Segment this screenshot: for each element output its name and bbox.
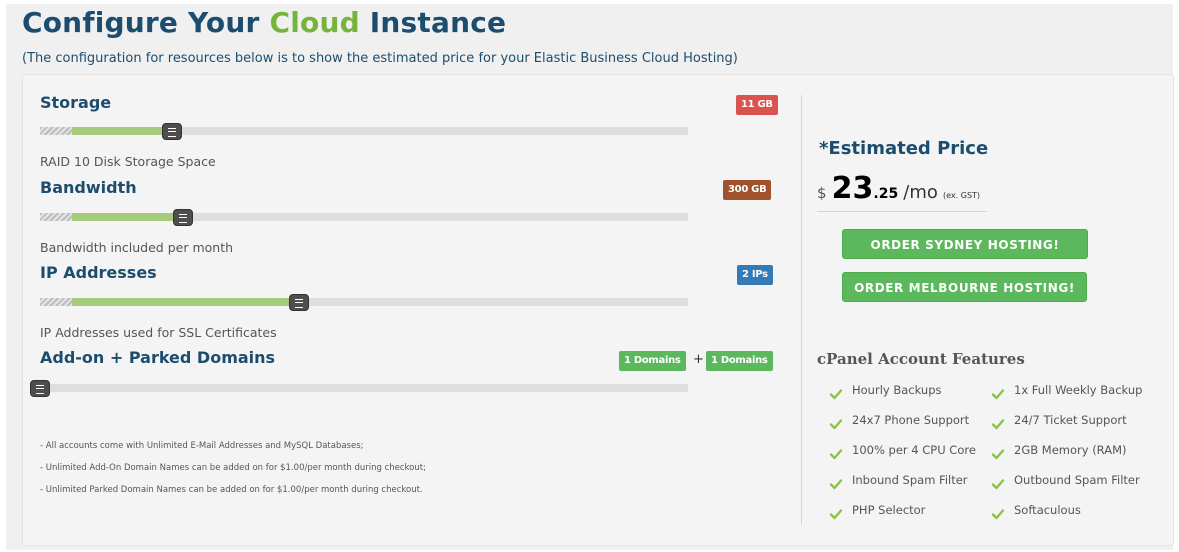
bandwidth-slider-handle[interactable] [173,209,193,226]
price-period: /mo [903,182,938,203]
page: Configure Your Cloud Instance (The confi… [6,4,1174,550]
storage-title: Storage [40,93,112,112]
check-icon [991,386,1005,400]
bandwidth-slider-fill [72,213,185,221]
order-sydney-button[interactable]: ORDER SYDNEY HOSTING! [842,229,1088,259]
check-icon [991,416,1005,430]
ip-addresses-value-badge: 2 IPs [737,265,773,285]
bandwidth-value-badge: 300 GB [723,180,772,200]
storage-slider[interactable] [40,127,688,135]
column-divider [801,95,802,525]
page-title: Configure Your Cloud Instance [22,6,507,39]
check-icon [829,386,843,400]
feature-item: Hourly Backups [852,383,942,397]
price-currency: $ [817,184,827,202]
check-icon [829,476,843,490]
domains-slider-handle[interactable] [30,380,50,397]
storage-value-badge: 11 GB [736,95,778,115]
domains-plus: + [693,352,704,367]
ip-addresses-slider-handle[interactable] [289,294,309,311]
check-icon [829,446,843,460]
bandwidth-slider-min [40,213,72,221]
parked-domains-badge: 1 Domains [706,351,773,371]
check-icon [829,416,843,430]
storage-slider-fill [72,127,174,135]
bandwidth-title: Bandwidth [40,178,137,197]
price-underline [817,211,987,212]
storage-description: RAID 10 Disk Storage Space [40,154,216,169]
price-gst-note: (ex. GST) [943,191,981,200]
order-melbourne-button[interactable]: ORDER MELBOURNE HOSTING! [842,272,1087,302]
ip-addresses-title: IP Addresses [40,263,157,282]
check-icon [829,506,843,520]
price-decimal: .25 [873,186,899,202]
feature-item: 1x Full Weekly Backup [1014,383,1143,397]
storage-slider-min [40,127,72,135]
price-integer: 23 [831,171,874,206]
estimated-price-heading: *Estimated Price [819,138,989,159]
bandwidth-slider[interactable] [40,213,688,221]
feature-item: 24/7 Ticket Support [1014,413,1127,427]
features-heading: cPanel Account Features [817,350,1025,368]
bandwidth-description: Bandwidth included per month [40,240,234,255]
feature-item: Inbound Spam Filter [852,473,968,487]
note-addon-domains: - Unlimited Add-On Domain Names can be a… [40,463,426,473]
domains-slider[interactable] [40,384,688,392]
configurator-card: Storage 11 GB RAID 10 Disk Storage Space… [22,74,1174,546]
page-subtitle: (The configuration for resources below i… [22,51,738,66]
feature-item: Outbound Spam Filter [1014,473,1140,487]
feature-item: 2GB Memory (RAM) [1014,443,1127,457]
feature-item: PHP Selector [852,503,926,517]
ip-addresses-slider[interactable] [40,298,688,306]
title-highlight: Cloud [269,6,360,39]
estimated-price: $ 23.25 /mo (ex. GST) [817,171,980,206]
feature-item: Softaculous [1014,503,1081,517]
feature-item: 100% per 4 CPU Core [852,443,976,457]
feature-item: 24x7 Phone Support [852,413,970,427]
check-icon [991,476,1005,490]
storage-slider-handle[interactable] [162,123,182,140]
addon-domains-badge: 1 Domains [619,351,686,371]
check-icon [991,446,1005,460]
domains-title: Add-on + Parked Domains [40,348,276,367]
note-email-databases: - All accounts come with Unlimited E-Mai… [40,441,364,451]
ip-addresses-slider-fill [72,298,300,306]
ip-addresses-slider-min [40,298,72,306]
ip-addresses-description: IP Addresses used for SSL Certificates [40,325,277,340]
check-icon [991,506,1005,520]
note-parked-domains: - Unlimited Parked Domain Names can be a… [40,485,423,495]
